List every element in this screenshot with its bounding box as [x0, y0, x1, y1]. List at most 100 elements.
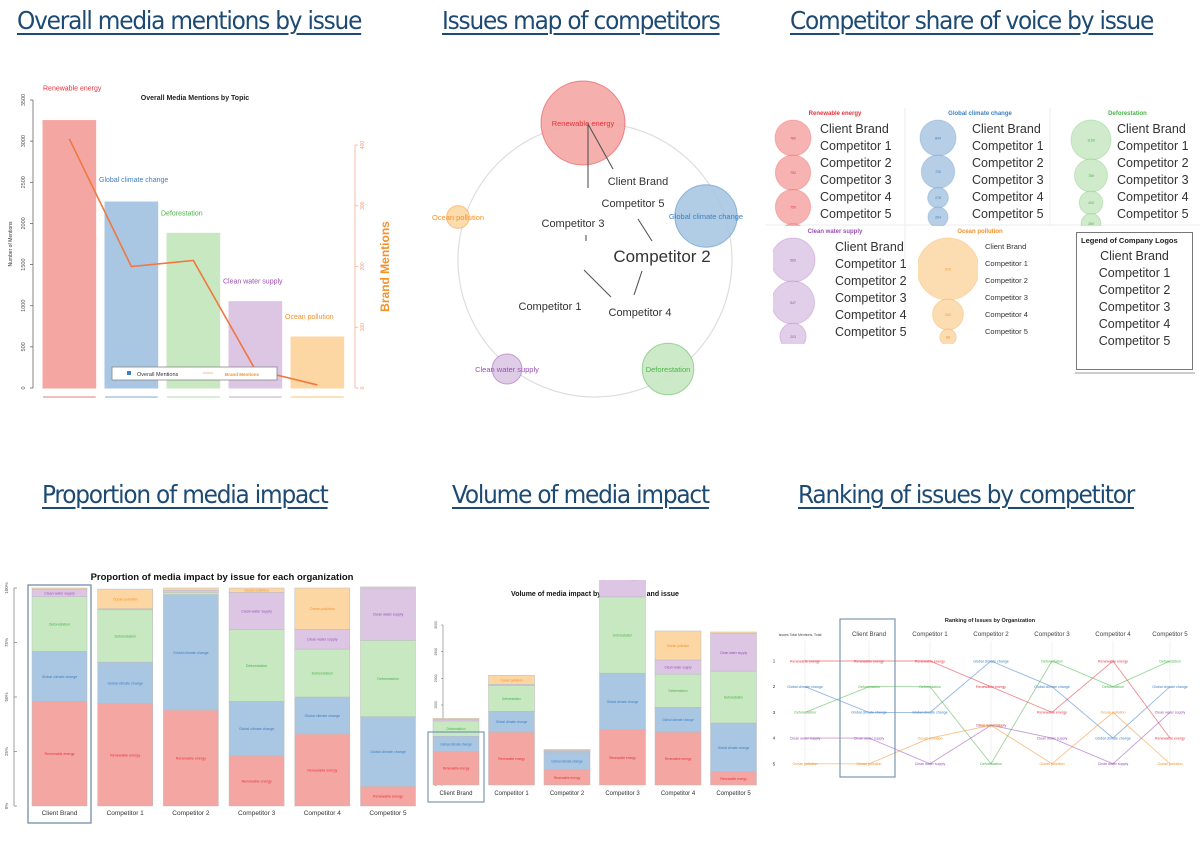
heading-ranking-of-issues[interactable]: Ranking of issues by competitor — [798, 480, 1135, 509]
segment-label: Global climate change — [496, 720, 528, 724]
segment-label: Renewable energy — [665, 757, 692, 761]
bubble-value: 278 — [935, 196, 941, 200]
bubble-value: 400 — [1088, 201, 1094, 205]
rank-number: 5 — [773, 761, 776, 766]
rank-label: Ocean pollution — [979, 724, 1004, 728]
segment-ocean-pollution — [543, 749, 591, 751]
rank-label: Clean water supply — [790, 736, 821, 740]
ranking-chart: Ranking of Issues by Organization Issues … — [773, 618, 1188, 778]
y-tick-label: 1000 — [21, 300, 27, 312]
y-tick-label: 75% — [4, 638, 9, 647]
highlight-box — [839, 618, 896, 778]
category-label: Competitor 1 — [494, 791, 529, 797]
heading-proportion-media-impact[interactable]: Proportion of media impact — [42, 480, 329, 509]
category-label: Client Brand — [439, 791, 472, 797]
share-of-voice-cell-renewable-energy: Renewable energy78075275040912090Client … — [765, 108, 905, 226]
rank-number: 1 — [773, 659, 776, 664]
segment-label: Clean water supply — [307, 638, 338, 642]
issues-map-chart: Renewable energy Global climate change Def… — [432, 80, 743, 398]
bubble-value: 280 — [1088, 222, 1094, 226]
category-label: Competitor 3 — [238, 810, 276, 817]
y-tick-label: 2500 — [21, 176, 27, 188]
issues-map-panel[interactable]: Renewable energy Global climate change Def… — [420, 78, 770, 408]
share-of-voice-panel[interactable]: Renewable energy78075275040912090Client … — [765, 108, 1200, 378]
share-of-voice-org-label: Competitor 5 — [820, 207, 892, 221]
segment-label: Ocean pollution — [310, 607, 335, 611]
rank-label: Ocean pollution — [1040, 762, 1065, 766]
category-label: Deforestation — [161, 210, 203, 217]
segment-label: Renewable energy — [498, 757, 525, 761]
y-tick-label: 25% — [4, 747, 9, 756]
segment-label: Deforestation — [115, 634, 136, 638]
bar-renewable-energy — [42, 120, 97, 389]
share-of-voice-org-label: Competitor 3 — [835, 291, 907, 305]
competitor-label-competitor-1: Competitor 1 — [519, 301, 582, 313]
bubble-value: 972 — [945, 268, 951, 272]
heading-volume-media-impact[interactable]: Volume of media impact — [452, 480, 710, 509]
share-of-voice-org-label: Competitor 1 — [1117, 139, 1189, 153]
share-of-voice-cell-clean-water-supply: Clean water supply 569 547 203 Client Brand C… — [765, 226, 907, 344]
heading-overall-media-mentions[interactable]: Overall media mentions by issue — [17, 6, 362, 35]
competitor-label-competitor-2: Competitor 2 — [613, 247, 710, 266]
segment-label: Ocean pollution — [113, 597, 138, 601]
segment-label: Renewable energy — [45, 752, 75, 756]
ranking-chart-panel[interactable]: Ranking of Issues by Organization Issues … — [760, 605, 1200, 800]
segment-ocean-pollution — [710, 631, 757, 634]
segment-label: Deforestation — [49, 622, 70, 626]
share-of-voice-org-label: Competitor 5 — [835, 325, 907, 339]
legend-title: Legend of Company Logos — [1081, 236, 1178, 245]
segment-label: Deforestation — [502, 697, 521, 701]
rank-label: Renewable energy — [1155, 736, 1185, 740]
rank-label: Global climate change — [851, 711, 887, 715]
share-of-voice-org-label: Competitor 3 — [1117, 173, 1189, 187]
rank-label: Renewable energy — [790, 659, 820, 663]
share-of-voice-org-label: Competitor 2 — [1117, 156, 1189, 170]
legend-item: Competitor 4 — [1098, 317, 1171, 331]
bubble-competitor-4 — [779, 322, 807, 344]
volume-chart-panel[interactable]: Volume of media impact by organization a… — [420, 580, 765, 810]
segment-clean-water-supply — [163, 589, 219, 593]
rank-label: Deforestation — [919, 685, 940, 689]
legend-item: Competitor 5 — [1098, 334, 1171, 348]
column-header: Client Brand — [852, 631, 887, 638]
segment-ocean-pollution — [31, 587, 88, 590]
segment-label: Global climate change — [551, 759, 583, 763]
share-of-voice-org-label: Competitor 1 — [972, 139, 1044, 153]
segment-label: Renewable energy — [242, 779, 272, 783]
rank-label: Deforestation — [794, 711, 815, 715]
category-label: Competitor 4 — [304, 810, 342, 817]
column-header: Competitor 5 — [1152, 631, 1188, 638]
rank-label: Clean water supply — [854, 736, 885, 740]
proportion-chart-panel[interactable]: Proportion of media impact by issue for … — [0, 565, 420, 835]
category-label: Ocean pollution — [285, 314, 334, 321]
share-of-voice-org-label: Competitor 4 — [820, 190, 892, 204]
segment-label: Clean water supply — [664, 666, 692, 670]
segment-ocean-pollution — [360, 586, 416, 589]
bubble-value: 844 — [935, 137, 941, 141]
heading-share-of-voice[interactable]: Competitor share of voice by issue — [790, 6, 1154, 35]
rank-label: Global climate change — [1034, 685, 1070, 689]
rank-label: Clean water supply — [1098, 762, 1129, 766]
mentions-chart-panel[interactable]: Overall Media Mentions by Topic 0 500 1000 1… — [0, 85, 400, 405]
bubble-value: 1160 — [1087, 139, 1095, 143]
y-tick-label: 100% — [4, 582, 9, 594]
proportion-chart: Proportion of media impact by issue for … — [4, 572, 416, 824]
legend-item: Competitor 2 — [1098, 283, 1171, 297]
category-label: Competitor 2 — [172, 810, 210, 817]
rank-label: Global climate change — [787, 685, 823, 689]
segment-label: Deforestation — [312, 672, 333, 676]
share-of-voice-org-label: Competitor 3 — [972, 173, 1044, 187]
bubble-value: 203 — [790, 335, 796, 339]
legend-item: Client Brand — [1100, 249, 1169, 263]
category-label: Competitor 4 — [661, 791, 696, 797]
share-of-voice-org-label: Competitor 1 — [835, 257, 907, 271]
share-of-voice-org-label: Competitor 2 — [835, 274, 907, 288]
rank-label: Global climate change — [1152, 685, 1188, 689]
share-of-voice-bubbles: 844726278264118109 — [919, 119, 957, 226]
bubble-value: 547 — [790, 301, 796, 305]
bubble-value: 68 — [946, 336, 950, 340]
rank-label: Clean water supply — [915, 762, 946, 766]
column-header: Issues Total Mentions, Total — [779, 633, 822, 637]
volume-chart: Volume of media impact by organization a… — [427, 580, 757, 803]
heading-issues-map[interactable]: Issues map of competitors — [442, 6, 721, 35]
